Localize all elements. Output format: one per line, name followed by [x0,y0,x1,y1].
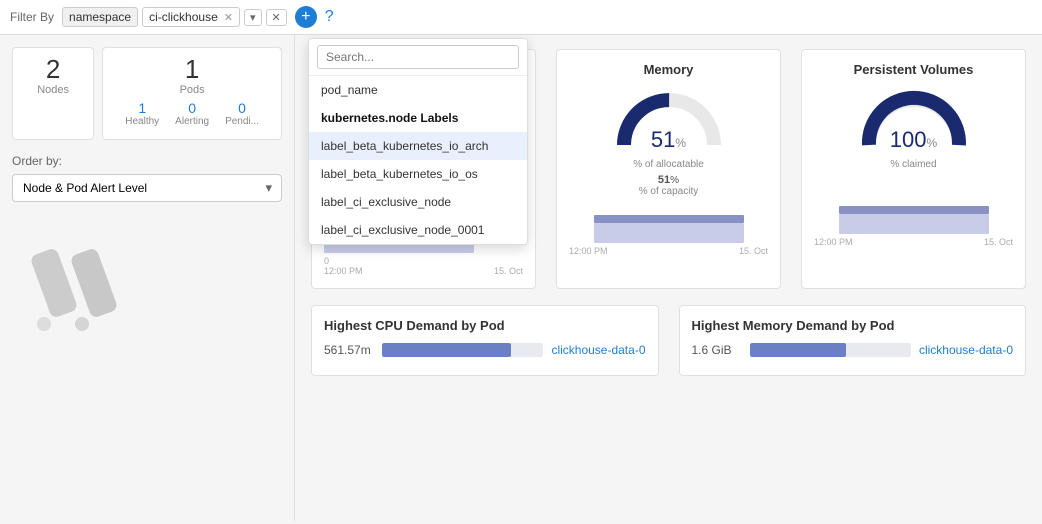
order-select-wrap: Node & Pod Alert Level Name CPU Usage Me… [12,174,282,202]
dropdown-item-label_ci_exclusive_node_0001[interactable]: label_ci_exclusive_node_0001 [309,216,527,244]
memory-pct-sign: % [675,136,686,150]
pv-chart-svg [839,196,989,234]
pv-title: Persistent Volumes [854,62,974,77]
pv-claimed-value: 100 [890,127,927,152]
filter-controls: ▾ ✕ + ? [244,6,334,28]
memory-x-right: 15. Oct [739,246,768,256]
alerting-label: Alerting [175,116,209,127]
pod-substats: 1 Healthy 0 Alerting 0 Pendi... [117,96,267,131]
order-select[interactable]: Node & Pod Alert Level Name CPU Usage Me… [12,174,282,202]
bottom-row: Highest CPU Demand by Pod 561.57m clickh… [311,305,1026,376]
cpu-x-labels: 12:00 PM 15. Oct [324,266,523,276]
add-filter-button[interactable]: + [295,6,317,28]
cpu-zero: 0 [324,256,523,266]
namespace-tag: Nodes namespace [62,7,138,27]
cpu-demand-row: 561.57m clickhouse-data-0 [324,343,646,357]
cpu-demand-value: 561.57m [324,343,374,357]
memory-card: Memory 51% % of allocatable 51% [556,49,781,289]
pods-count: 1 [117,56,267,82]
memory-demand-title: Highest Memory Demand by Pod [692,318,1014,333]
dropdown-item-pod_name[interactable]: pod_name [309,76,527,104]
nodes-label: Nodes [27,84,79,96]
cpu-demand-title: Highest CPU Demand by Pod [324,318,646,333]
dropdown-search-area [309,39,527,76]
pods-label: Pods [117,84,267,96]
memory-x-left: 12:00 PM [569,246,608,256]
filter-label: Filter By [10,10,54,24]
pv-donut-wrap: Persistent Volumes 100% % claimed [814,62,1013,247]
cpu-demand-pod[interactable]: clickhouse-data-0 [551,343,645,357]
memory-chart-svg [594,205,744,243]
memory-demand-card: Highest Memory Demand by Pod 1.6 GiB cli… [679,305,1027,376]
cpu-demand-card: Highest CPU Demand by Pod 561.57m clickh… [311,305,659,376]
stats-row: 2 Nodes 1 Pods 1 Healthy 0 Alerting 0 [12,47,282,140]
help-button[interactable]: ? [325,8,334,26]
healthy-stat: 1 Healthy [117,96,167,131]
top-bar: Filter By Nodes namespace ci-clickhouse … [0,0,1042,35]
chevron-down-button[interactable]: ▾ [244,9,262,26]
dropdown-item-label_beta_arch[interactable]: label_beta_kubernetes_io_arch [309,132,527,160]
pending-label: Pendi... [225,116,259,127]
memory-allocatable-label: % of allocatable [633,159,704,170]
dropdown-item-kubernetes_node_labels[interactable]: kubernetes.node Labels [309,104,527,132]
error-icon-area [12,232,282,345]
alerting-count: 0 [175,100,209,116]
cpu-x-left: 12:00 PM [324,266,363,276]
dropdown-search-input[interactable] [317,45,519,69]
memory-donut-wrap: Memory 51% % of allocatable 51% [569,62,768,256]
pv-x-left: 12:00 PM [814,237,853,247]
dropdown-list: pod_namekubernetes.node Labelslabel_beta… [309,76,527,244]
healthy-count: 1 [125,100,159,116]
memory-pct2: % [670,175,679,186]
memory-capacity-row: 51% [658,174,679,186]
namespace-tag-label: namespace [69,10,131,24]
pv-pct-sign: % [927,136,938,150]
pending-stat: 0 Pendi... [217,96,267,131]
memory-demand-value: 1.6 GiB [692,343,742,357]
pending-count: 0 [225,100,259,116]
order-label: Order by: [12,154,282,168]
pods-card: 1 Pods 1 Healthy 0 Alerting 0 Pendi... [102,47,282,140]
memory-demand-bar-wrap [750,343,911,357]
cpu-demand-bar-wrap [382,343,543,357]
memory-capacity-label: % of capacity [639,186,698,197]
pv-card: Persistent Volumes 100% % claimed [801,49,1026,289]
alerting-stat: 0 Alerting [167,96,217,131]
memory-demand-bar [750,343,847,357]
clear-filter-button[interactable]: ✕ [266,9,287,26]
cpu-demand-bar [382,343,511,357]
memory-title: Memory [644,62,694,77]
cpu-x-right: 15. Oct [494,266,523,276]
remove-tag-button[interactable]: ✕ [224,11,233,24]
filter-dropdown: pod_namekubernetes.node Labelslabel_beta… [308,38,528,245]
dropdown-item-label_ci_exclusive_node[interactable]: label_ci_exclusive_node [309,188,527,216]
pv-x-labels: 12:00 PM 15. Oct [814,237,1013,247]
pv-claimed-label: % claimed [890,159,936,170]
ci-clickhouse-tag[interactable]: ci-clickhouse ✕ [142,7,240,27]
memory-allocatable-value: 51 [651,127,675,152]
memory-demand-row: 1.6 GiB clickhouse-data-0 [692,343,1014,357]
sidebar: 2 Nodes 1 Pods 1 Healthy 0 Alerting 0 [0,35,295,521]
pv-x-right: 15. Oct [984,237,1013,247]
memory-demand-pod[interactable]: clickhouse-data-0 [919,343,1013,357]
error-illustration [22,242,142,332]
dropdown-item-label_beta_os[interactable]: label_beta_kubernetes_io_os [309,160,527,188]
memory-chart: 12:00 PM 15. Oct [569,205,768,256]
healthy-label: Healthy [125,116,159,127]
nodes-count: 2 [27,56,79,82]
memory-x-labels: 12:00 PM 15. Oct [569,246,768,256]
tag-value-label: ci-clickhouse [149,10,218,24]
pv-chart: 12:00 PM 15. Oct [814,196,1013,247]
nodes-card: 2 Nodes [12,47,94,140]
memory-capacity-pct: 51 [658,174,670,186]
